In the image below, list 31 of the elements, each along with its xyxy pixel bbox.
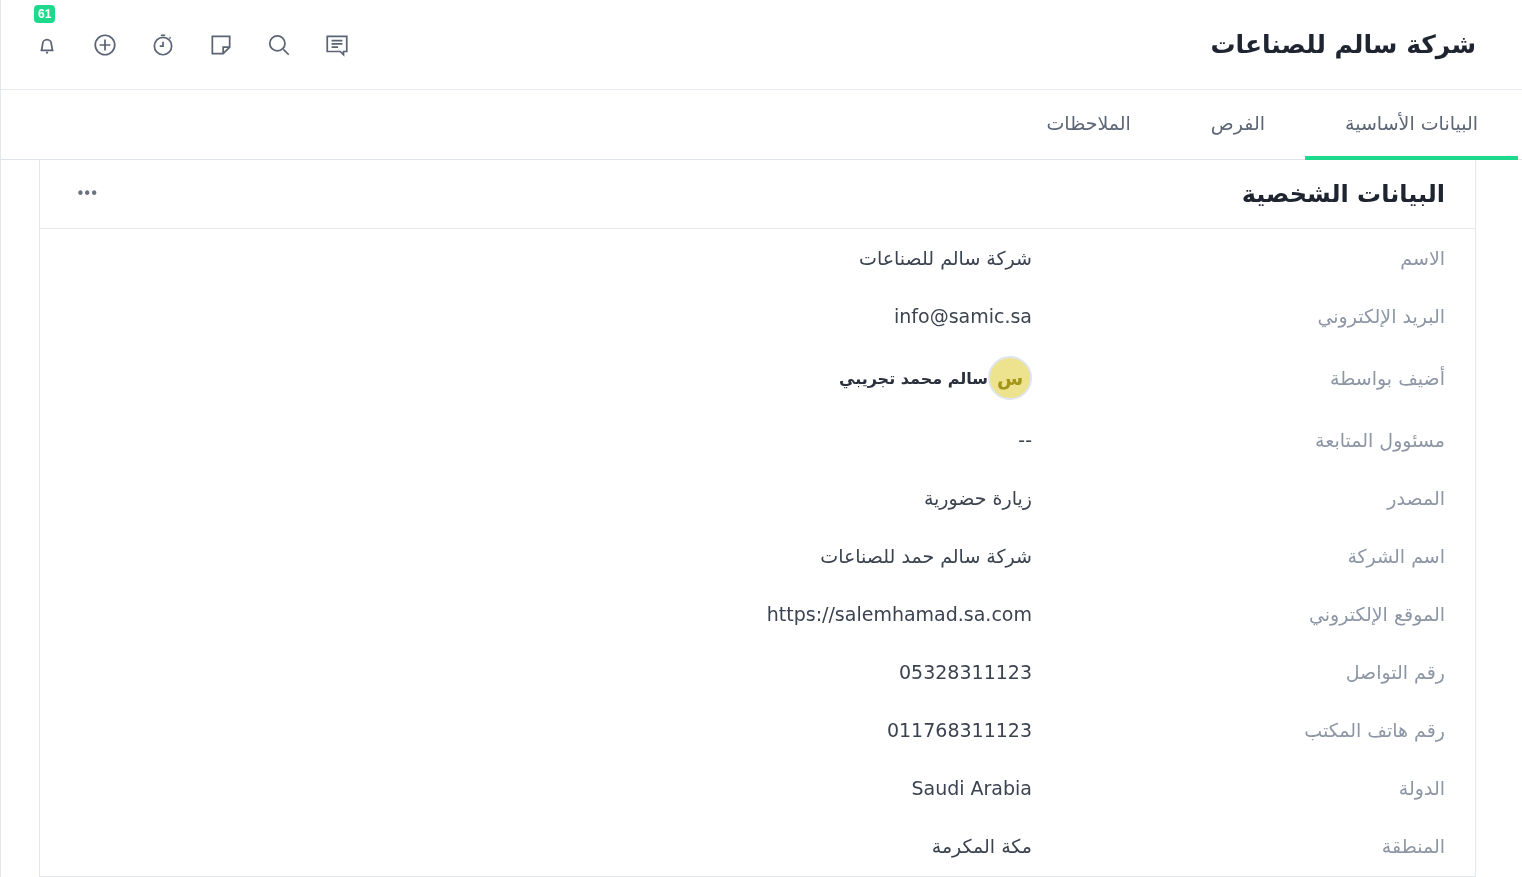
- field-label: الاسم: [1399, 247, 1445, 269]
- field-label: مسئوول المتابعة: [1314, 429, 1445, 451]
- field-value: 011768311123: [885, 719, 1032, 741]
- field-value: شركة سالم للصناعات: [858, 247, 1032, 269]
- plus-circle-icon: [92, 31, 118, 58]
- field-value: info@samic.sa: [893, 305, 1032, 327]
- field-label: رقم التواصل: [1344, 661, 1445, 683]
- tab[interactable]: الملاحظات: [1006, 90, 1171, 160]
- page-title: شركة سالم للصناعات: [1210, 30, 1476, 59]
- field-value: Saudi Arabia: [910, 777, 1032, 799]
- field-value: شركة سالم حمد للصناعات: [819, 545, 1032, 567]
- field-value: 05328311123: [898, 661, 1032, 683]
- field-value: مكة المكرمة: [930, 835, 1032, 857]
- field-label: المصدر: [1385, 487, 1445, 509]
- field-label: الدولة: [1397, 777, 1445, 799]
- field-value: --: [1017, 429, 1032, 451]
- notification-badge: 61: [34, 4, 56, 23]
- field-value: زيارة حضورية: [922, 487, 1032, 509]
- field-label: أضيف بواسطة: [1329, 367, 1445, 389]
- user-avatar: س: [988, 356, 1032, 400]
- field-value: https://salemhamad.sa.com: [765, 603, 1032, 625]
- tab[interactable]: الفرص: [1170, 90, 1305, 160]
- field-label: المنطقة: [1380, 835, 1445, 857]
- tab[interactable]: البيانات الأساسية: [1305, 90, 1518, 160]
- user-name: سالم محمد تجريبي: [838, 368, 988, 388]
- card-title: البيانات الشخصية: [1241, 180, 1445, 208]
- field-label: الموقع الإلكتروني: [1308, 603, 1445, 625]
- field-label: اسم الشركة: [1346, 545, 1445, 567]
- more-menu-button[interactable]: •••: [70, 184, 103, 204]
- field-label: رقم هاتف المكتب: [1303, 719, 1445, 741]
- field-label: البريد الإلكتروني: [1316, 305, 1445, 327]
